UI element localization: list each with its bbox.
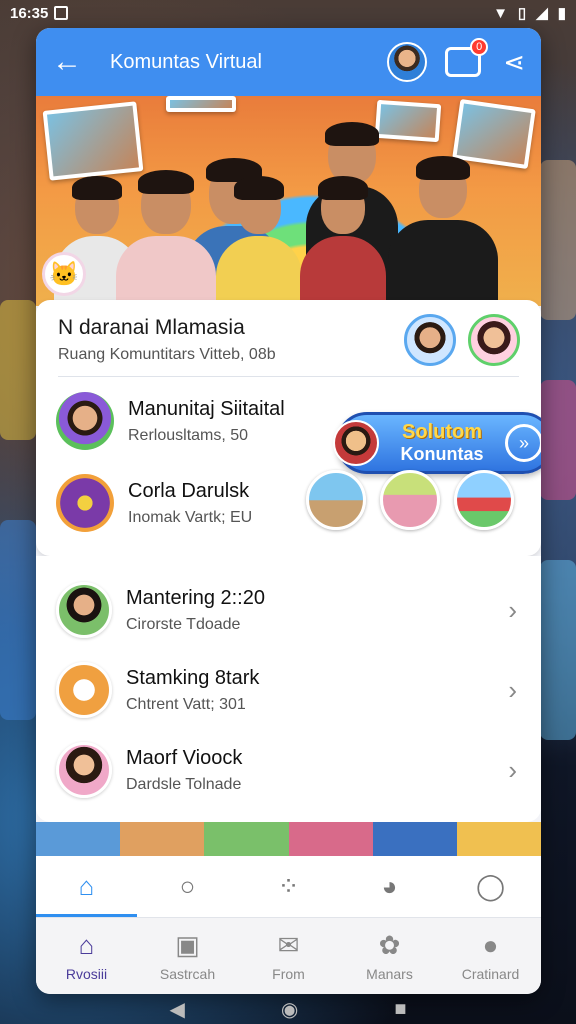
list-item-subtitle: Dardsle Tolnade xyxy=(126,775,242,793)
calendar-icon: ▣ xyxy=(175,930,200,960)
tab-label: Cratinard xyxy=(461,966,520,982)
back-arrow-icon[interactable]: ← xyxy=(52,47,92,77)
tab-label: Rvosiii xyxy=(65,966,108,982)
community-globe-icon[interactable]: ◕ xyxy=(339,856,440,917)
member-detail: Rerlousltams, 50 xyxy=(128,426,249,444)
page-title: Komuntas Virtual xyxy=(110,50,262,73)
person-figure xyxy=(116,170,216,306)
banner-photo xyxy=(166,96,236,112)
join-button-line1: Solutom xyxy=(402,421,482,443)
profile-icon: ● xyxy=(482,930,499,960)
photo-strip xyxy=(36,822,541,858)
banner-photo xyxy=(452,99,536,169)
mascot-avatar xyxy=(333,420,379,466)
cat-sticker-icon: 🐱 xyxy=(42,252,86,296)
list-avatar xyxy=(56,742,112,798)
puzzle-icon: ✿ xyxy=(378,930,401,960)
person-figure xyxy=(388,156,498,306)
system-nav-bar: ◀ ◉ ■ xyxy=(0,994,576,1024)
member-detail: Inomak Vartk; EU xyxy=(128,508,253,526)
app-window: ← Komuntas Virtual 0 ⋖ 🐱 N daranai Mlama… xyxy=(36,28,541,994)
group-banner-image: 🐱 xyxy=(36,96,541,306)
mail-icon: ✉ xyxy=(277,930,300,960)
banner-photo xyxy=(42,101,144,181)
list-avatar xyxy=(56,662,112,718)
more-dots-icon[interactable]: ⁘ xyxy=(238,856,339,917)
tab-profile[interactable]: ● Cratinard xyxy=(440,918,541,994)
member-name: Manunitaj Siitaital xyxy=(128,397,285,420)
list-item-title: Mantering 2::20 xyxy=(126,586,265,609)
home-circle-icon[interactable]: ◉ xyxy=(281,997,298,1022)
member-avatar xyxy=(56,392,114,450)
chevron-right-icon: › xyxy=(508,594,517,625)
battery-icon: ▮ xyxy=(557,5,566,22)
community-thumbnail[interactable] xyxy=(380,470,440,530)
chat-icon[interactable]: ◯ xyxy=(440,856,541,917)
list-avatar xyxy=(56,582,112,638)
notification-badge: 0 xyxy=(470,38,489,56)
status-time: 16:35 xyxy=(10,4,49,22)
list-item-subtitle: Chtrent Vatt; 301 xyxy=(126,695,246,713)
chevron-right-icon: › xyxy=(508,754,517,785)
group-subtitle: Ruang Komuntitars Vitteb, 08b xyxy=(58,346,276,363)
wifi-icon: ▼ xyxy=(493,4,508,22)
list-item[interactable]: Mantering 2::20 Cirorste Tdoade › xyxy=(36,570,541,650)
person-figure xyxy=(300,176,386,306)
user-avatar[interactable] xyxy=(387,42,428,82)
join-button-line2: Konuntas xyxy=(400,444,484,464)
tab-label: Sastrcah xyxy=(159,966,216,982)
tab-home[interactable]: ⌂ Rvosiii xyxy=(36,918,137,994)
list-item-title: Stamking 8tark xyxy=(126,666,260,689)
tab-groups[interactable]: ✿ Manars xyxy=(339,918,440,994)
home-icon[interactable]: ⌂ xyxy=(36,856,137,917)
notification-icon xyxy=(54,6,69,20)
recents-square-icon[interactable]: ■ xyxy=(394,998,406,1021)
forward-arrow-icon: » xyxy=(505,424,541,462)
member-name: Corla Darulsk xyxy=(128,479,250,502)
member-item[interactable]: Corla Darulsk Inomak Vartk; EU xyxy=(56,474,252,532)
app-bar: ← Komuntas Virtual 0 ⋖ xyxy=(36,28,541,96)
list-item-subtitle: Cirorste Tdoade xyxy=(126,615,241,633)
bottom-tab-bar: ⌂ Rvosiii ▣ Sastrcah ✉ From ✿ Manars ● C… xyxy=(36,918,541,994)
admin-avatar[interactable] xyxy=(468,314,520,366)
tab-search[interactable]: ▣ Sastrcah xyxy=(137,918,238,994)
back-triangle-icon[interactable]: ◀ xyxy=(170,997,185,1022)
home-icon: ⌂ xyxy=(78,930,95,960)
list-item[interactable]: Maorf Vioock Dardsle Tolnade › xyxy=(36,730,541,810)
group-info-card: N daranai Mlamasia Ruang Komuntitars Vit… xyxy=(36,300,541,556)
member-avatar xyxy=(56,474,114,532)
top-nav-bar: ⌂ ○ ⁘ ◕ ◯ xyxy=(36,856,541,918)
group-title: N daranai Mlamasia xyxy=(58,316,245,339)
tab-mail[interactable]: ✉ From xyxy=(238,918,339,994)
community-thumbnail[interactable] xyxy=(306,470,366,530)
chevron-right-icon: › xyxy=(508,674,517,705)
vibrate-icon: ▯ xyxy=(517,5,527,22)
tab-label: Manars xyxy=(366,966,413,982)
status-bar: 16:35 ▼ ▯ ◢ ▮ xyxy=(0,0,576,26)
divider xyxy=(58,376,519,377)
admin-avatar[interactable] xyxy=(404,314,456,366)
activity-list: Mantering 2::20 Cirorste Tdoade › Stamki… xyxy=(36,570,541,810)
list-item[interactable]: Stamking 8tark Chtrent Vatt; 301 › xyxy=(36,650,541,730)
person-figure xyxy=(216,176,302,306)
member-item[interactable]: Manunitaj Siitaital Rerlousltams, 50 xyxy=(56,392,285,450)
list-item-title: Maorf Vioock xyxy=(126,746,243,769)
search-icon[interactable]: ○ xyxy=(137,856,238,917)
signal-icon: ◢ xyxy=(536,5,548,22)
share-icon[interactable]: ⋖ xyxy=(503,47,525,78)
inbox-button[interactable]: 0 xyxy=(445,38,489,77)
join-community-button[interactable]: Solutom Konuntas » xyxy=(333,412,541,474)
community-thumbnail[interactable] xyxy=(454,470,514,530)
tab-label: From xyxy=(272,966,305,982)
